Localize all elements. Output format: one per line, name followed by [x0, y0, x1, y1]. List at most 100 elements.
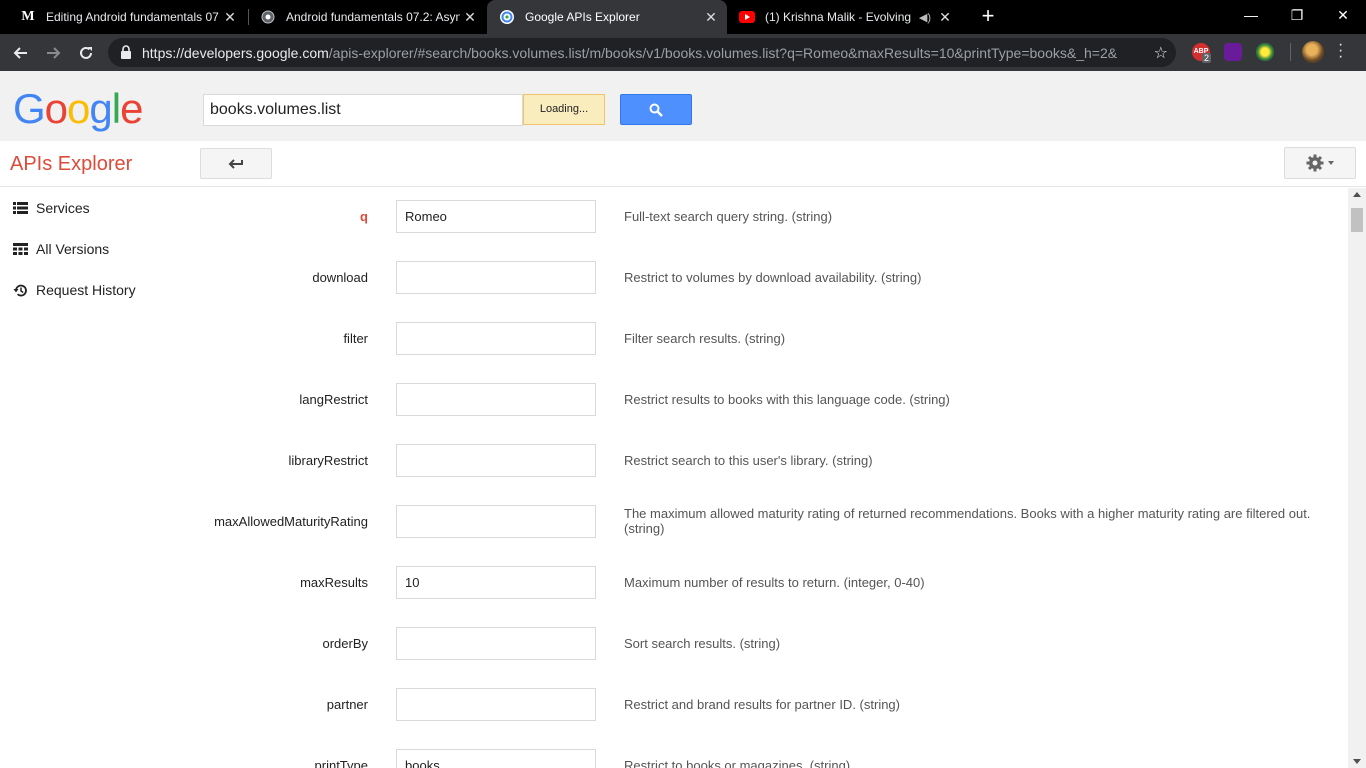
- tab-title: Google APIs Explorer: [525, 10, 640, 24]
- param-description: Filter search results. (string): [624, 331, 786, 346]
- param-label: partner: [326, 697, 368, 712]
- param-description: Restrict to books or magazines. (string): [624, 758, 851, 768]
- tab-android-fundamentals[interactable]: Android fundamentals 07.2: Asyn ✕: [248, 0, 486, 34]
- param-description: Restrict results to books with this lang…: [624, 392, 950, 407]
- page-header: Google Loading...: [0, 71, 1366, 141]
- param-label: langRestrict: [299, 392, 368, 407]
- google-logo[interactable]: Google: [13, 88, 143, 130]
- param-input-filter[interactable]: [396, 322, 596, 355]
- settings-button[interactable]: [1284, 147, 1356, 179]
- browser-menu-icon[interactable]: · · ·: [1338, 37, 1348, 65]
- search-icon: [649, 103, 663, 117]
- param-row-libraryrestrict: libraryRestrict Restrict search to this …: [190, 432, 1348, 482]
- toolbar-divider: [1290, 43, 1291, 61]
- new-tab-button[interactable]: +: [976, 4, 1000, 28]
- tab-youtube[interactable]: (1) Krishna Malik - Evolving a ◀) ✕: [727, 0, 961, 34]
- param-label: q: [360, 209, 368, 224]
- param-description: Sort search results. (string): [624, 636, 781, 651]
- speaker-icon[interactable]: ◀): [919, 11, 931, 24]
- parameters-form: q Full-text search query string. (string…: [190, 188, 1348, 768]
- search-button[interactable]: [620, 94, 692, 125]
- param-row-langrestrict: langRestrict Restrict results to books w…: [190, 371, 1348, 421]
- sub-header: APIs Explorer: [0, 141, 1366, 187]
- sidebar-item-request-history[interactable]: Request History: [12, 278, 136, 302]
- param-label: maxResults: [300, 575, 368, 590]
- page-scrollbar[interactable]: [1348, 188, 1366, 768]
- star-icon[interactable]: ☆: [1154, 43, 1168, 63]
- param-row-q: q Full-text search query string. (string…: [190, 188, 1348, 238]
- param-input-download[interactable]: [396, 261, 596, 294]
- adblock-badge: 2: [1202, 53, 1212, 63]
- scroll-up-icon[interactable]: [1353, 192, 1361, 197]
- url-text: https://developers.google.com/apis-explo…: [142, 45, 1118, 61]
- param-description: Maximum number of results to return. (in…: [624, 575, 925, 590]
- param-description: The maximum allowed maturity rating of r…: [624, 506, 1311, 536]
- tab-google-apis-explorer[interactable]: Google APIs Explorer ✕: [487, 0, 727, 34]
- medium-m-icon: M: [21, 9, 35, 24]
- sidebar-item-label: All Versions: [36, 241, 110, 257]
- back-button[interactable]: [200, 148, 272, 179]
- browser-tab-strip: M Editing Android fundamentals 07 ✕ Andr…: [0, 0, 1366, 34]
- loading-indicator: Loading...: [523, 94, 605, 125]
- minimize-button[interactable]: —: [1228, 0, 1274, 30]
- arrow-left-icon: [13, 47, 27, 59]
- google-apis-icon: [499, 9, 515, 25]
- close-icon[interactable]: ✕: [220, 9, 240, 26]
- scrollbar-thumb[interactable]: [1351, 208, 1363, 232]
- param-description: Restrict search to this user's library. …: [624, 453, 873, 468]
- chevron-down-icon: [1328, 161, 1334, 165]
- param-input-langrestrict[interactable]: [396, 383, 596, 416]
- globe-icon: [260, 9, 276, 25]
- forward-nav-button[interactable]: [40, 40, 66, 66]
- close-window-button[interactable]: ✕: [1320, 0, 1366, 30]
- param-row-maxresults: maxResults Maximum number of results to …: [190, 554, 1348, 604]
- param-row-orderby: orderBy Sort search results. (string): [190, 615, 1348, 665]
- param-label: libraryRestrict: [288, 453, 368, 468]
- sidebar-item-services[interactable]: Services: [12, 196, 90, 220]
- list-icon: [12, 200, 28, 216]
- page-title[interactable]: APIs Explorer: [10, 153, 132, 176]
- arrow-right-icon: [47, 47, 61, 59]
- lock-icon: [120, 45, 132, 64]
- param-label: orderBy: [322, 636, 368, 651]
- back-nav-button[interactable]: [8, 40, 34, 66]
- scroll-down-icon[interactable]: [1353, 759, 1361, 764]
- sidebar-item-all-versions[interactable]: All Versions: [12, 237, 109, 261]
- param-row-printtype: printType Restrict to books or magazines…: [190, 737, 1348, 768]
- history-icon: [12, 282, 28, 298]
- versions-icon: [12, 241, 28, 257]
- extension-purple-icon[interactable]: [1224, 43, 1242, 61]
- param-input-maxresults[interactable]: [396, 566, 596, 599]
- close-icon[interactable]: ✕: [460, 9, 480, 26]
- restore-button[interactable]: ❐: [1274, 0, 1320, 30]
- profile-avatar[interactable]: [1302, 41, 1324, 63]
- param-description: Full-text search query string. (string): [624, 209, 833, 224]
- param-description: Restrict to volumes by download availabi…: [624, 270, 922, 285]
- gear-icon: [1306, 154, 1324, 172]
- browser-toolbar: https://developers.google.com/apis-explo…: [0, 34, 1366, 71]
- param-description: Restrict and brand results for partner I…: [624, 697, 900, 712]
- param-label: printType: [314, 758, 368, 768]
- param-label: filter: [343, 331, 368, 346]
- param-label: download: [312, 270, 368, 285]
- reload-button[interactable]: [73, 40, 99, 66]
- tab-editing-android[interactable]: M Editing Android fundamentals 07 ✕: [8, 0, 246, 34]
- close-icon[interactable]: ✕: [701, 9, 721, 26]
- close-icon[interactable]: ✕: [935, 9, 955, 26]
- param-input-partner[interactable]: [396, 688, 596, 721]
- sidebar-item-label: Services: [36, 200, 90, 216]
- param-row-filter: filter Filter search results. (string): [190, 310, 1348, 360]
- reload-icon: [80, 46, 92, 59]
- param-input-orderby[interactable]: [396, 627, 596, 660]
- address-bar[interactable]: https://developers.google.com/apis-explo…: [108, 38, 1176, 67]
- extension-globe-icon[interactable]: [1256, 43, 1274, 61]
- tab-title: Android fundamentals 07.2: Asyn: [286, 10, 460, 24]
- param-row-download: download Restrict to volumes by download…: [190, 249, 1348, 299]
- param-input-maxallowedmaturityrating[interactable]: [396, 505, 596, 538]
- param-input-libraryrestrict[interactable]: [396, 444, 596, 477]
- param-input-printtype[interactable]: [396, 749, 596, 768]
- param-input-q[interactable]: [396, 200, 596, 233]
- search-input[interactable]: [203, 94, 523, 126]
- tab-title: (1) Krishna Malik - Evolving a: [765, 10, 915, 24]
- param-row-maxallowedmaturityrating: maxAllowedMaturityRating The maximum all…: [190, 493, 1348, 543]
